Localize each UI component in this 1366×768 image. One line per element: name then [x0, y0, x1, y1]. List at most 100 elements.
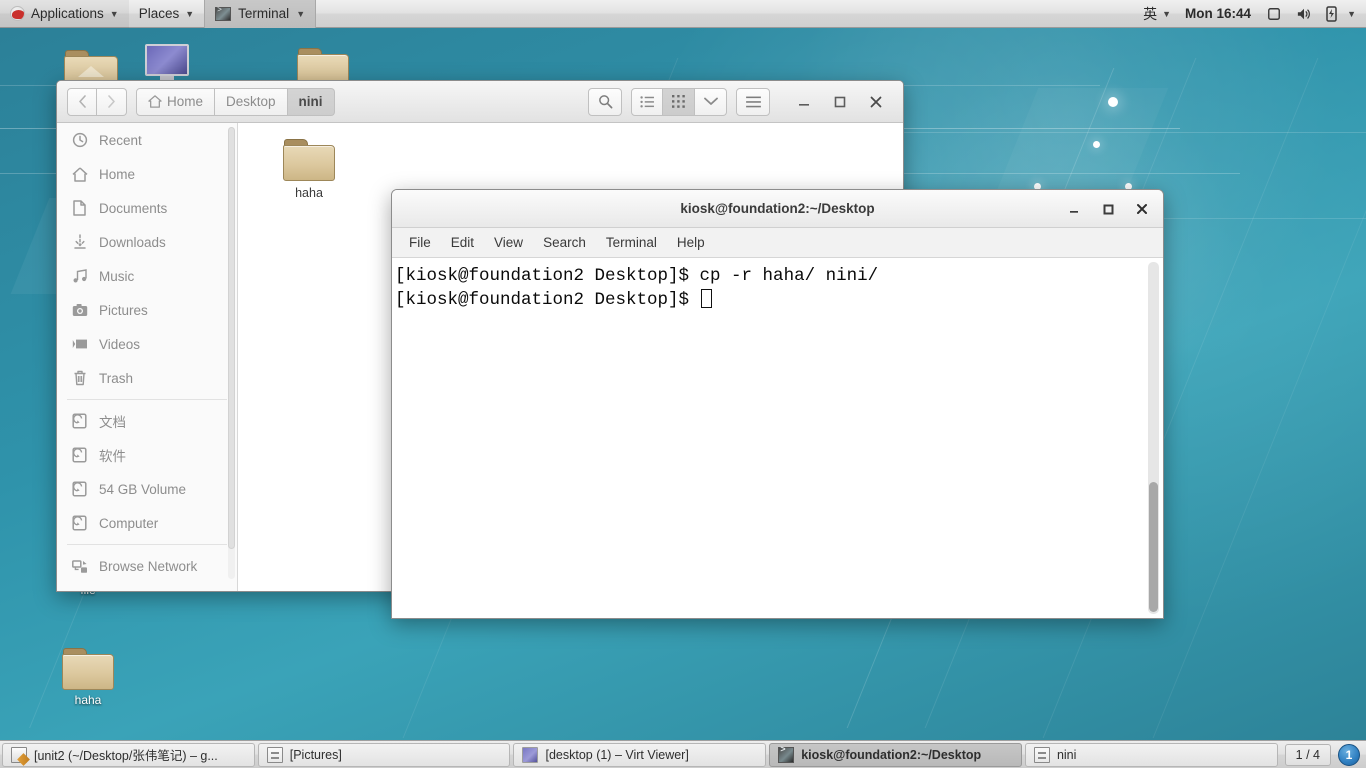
trash-icon: [71, 370, 88, 387]
terminal-window[interactable]: kiosk@foundation2:~/Desktop File Edit Vi…: [391, 189, 1164, 619]
sidebar-scrollbar[interactable]: [228, 127, 235, 579]
list-view-button[interactable]: [631, 87, 663, 116]
sidebar-item-pictures[interactable]: Pictures: [57, 293, 237, 327]
applications-menu-label: Applications: [31, 6, 104, 21]
forward-button[interactable]: [97, 87, 127, 116]
terminal-menubar: File Edit View Search Terminal Help: [392, 228, 1163, 258]
taskbar-item-pictures[interactable]: [Pictures]: [257, 742, 511, 767]
camera-icon: [71, 302, 88, 319]
sidebar-item-label: Downloads: [99, 234, 166, 250]
input-method-label: 英: [1143, 5, 1158, 22]
sidebar-item-connect-to-server[interactable]: Connect to Server: [57, 583, 237, 591]
back-button[interactable]: [67, 87, 97, 116]
places-menu-label: Places: [138, 6, 180, 21]
sidebar-item-label: Documents: [99, 200, 168, 216]
breadcrumb-item-home[interactable]: Home: [136, 87, 216, 116]
breadcrumb-label: Home: [167, 94, 204, 109]
chevron-down-icon: ▼: [109, 8, 119, 19]
fm-close-button[interactable]: [859, 87, 893, 117]
sidebar-item-home[interactable]: Home: [57, 157, 237, 191]
sidebar-item-ruanjian[interactable]: 软件: [57, 438, 237, 472]
chevron-down-icon: ▼: [1347, 8, 1356, 19]
sidebar-scrollbar-thumb[interactable]: [228, 127, 235, 549]
sidebar-item-label: Computer: [99, 515, 159, 531]
home-icon: [148, 95, 162, 108]
view-options-button[interactable]: [695, 87, 727, 116]
workspace-pager-label: 1 / 4: [1295, 747, 1320, 762]
sidebar-item-documents[interactable]: Documents: [57, 191, 237, 225]
system-menu-button[interactable]: ▼: [1345, 0, 1366, 28]
terminal-icon: [778, 745, 795, 763]
terminal-maximize-button[interactable]: [1093, 194, 1123, 224]
grid-view-button[interactable]: [663, 87, 695, 116]
hamburger-menu-icon: [745, 96, 761, 108]
desktop-icon-haha[interactable]: haha: [49, 648, 127, 707]
sidebar-item-videos[interactable]: Videos: [57, 327, 237, 361]
terminal-scrollbar-thumb[interactable]: [1149, 482, 1158, 612]
menu-edit[interactable]: Edit: [442, 232, 483, 253]
taskbar-item-terminal[interactable]: kiosk@foundation2:~/Desktop: [769, 742, 1022, 767]
sidebar-item-label: Videos: [99, 336, 141, 352]
terminal-line-1: [kiosk@foundation2 Desktop]$ cp -r haha/…: [395, 266, 879, 286]
workspace-pager[interactable]: 1 / 4: [1284, 743, 1331, 766]
fm-maximize-button[interactable]: [823, 87, 857, 117]
sidebar-item-54gb-volume[interactable]: 54 GB Volume: [57, 472, 237, 506]
files-icon: [1033, 746, 1050, 763]
breadcrumb-item-nini[interactable]: nini: [287, 87, 335, 116]
menu-help[interactable]: Help: [668, 232, 714, 253]
sidebar-item-label: Pictures: [99, 302, 148, 318]
sidebar-item-wendang[interactable]: 文档: [57, 404, 237, 438]
taskbar-item-gedit[interactable]: [unit2 (~/Desktop/张伟笔记) – g...: [2, 742, 255, 767]
terminal-minimize-button[interactable]: [1059, 194, 1089, 224]
drive-icon: [71, 481, 88, 498]
drive-icon: [71, 515, 88, 532]
applications-menu[interactable]: Applications ▼: [0, 0, 129, 28]
sidebar-item-trash[interactable]: Trash: [57, 361, 237, 395]
sidebar-separator: [67, 544, 227, 545]
sidebar-item-computer[interactable]: Computer: [57, 506, 237, 540]
file-item-haha[interactable]: haha: [266, 139, 352, 200]
input-method-indicator[interactable]: 英 ▼: [1137, 0, 1177, 28]
terminal-screen[interactable]: [kiosk@foundation2 Desktop]$ cp -r haha/…: [392, 258, 1163, 618]
virt-viewer-icon: [522, 746, 539, 763]
places-menu[interactable]: Places ▼: [129, 0, 204, 28]
files-icon: [266, 746, 283, 763]
fm-minimize-button[interactable]: [787, 87, 821, 117]
menu-view[interactable]: View: [485, 232, 532, 253]
taskbar: [unit2 (~/Desktop/张伟笔记) – g... [Pictures…: [0, 740, 1366, 768]
battery-tray-button[interactable]: [1319, 0, 1345, 28]
search-icon: [598, 94, 613, 109]
terminal-titlebar[interactable]: kiosk@foundation2:~/Desktop: [392, 190, 1163, 228]
terminal-line-2: [kiosk@foundation2 Desktop]$: [395, 290, 700, 310]
music-icon: [71, 268, 88, 285]
network-icon: [71, 558, 88, 575]
clock[interactable]: Mon 16:44: [1177, 6, 1259, 21]
download-icon: [71, 234, 88, 251]
sidebar-item-label: Browse Network: [99, 558, 198, 574]
sidebar-item-downloads[interactable]: Downloads: [57, 225, 237, 259]
sidebar-item-music[interactable]: Music: [57, 259, 237, 293]
menu-button[interactable]: [736, 87, 770, 116]
breadcrumb-item-desktop[interactable]: Desktop: [215, 87, 288, 116]
workspace-indicator[interactable]: 1: [1338, 743, 1360, 766]
chevron-down-icon: ▼: [296, 8, 306, 19]
terminal-cursor: [700, 289, 712, 308]
sidebar-item-browse-network[interactable]: Browse Network: [57, 549, 237, 583]
terminal-close-button[interactable]: [1127, 194, 1157, 224]
panel-active-window-terminal[interactable]: Terminal ▼: [204, 0, 317, 28]
taskbar-item-label: [Pictures]: [289, 747, 342, 762]
volume-tray-button[interactable]: [1289, 0, 1319, 28]
folder-icon: [283, 139, 335, 181]
menu-search[interactable]: Search: [534, 232, 595, 253]
taskbar-item-nini[interactable]: nini: [1024, 742, 1278, 767]
menu-terminal[interactable]: Terminal: [597, 232, 666, 253]
desktop-icon-label: haha: [74, 693, 102, 707]
sidebar-item-recent[interactable]: Recent: [57, 123, 237, 157]
taskbar-item-virt-viewer[interactable]: [desktop (1) – Virt Viewer]: [513, 742, 767, 767]
display-tray-button[interactable]: [1259, 0, 1289, 28]
menu-file[interactable]: File: [400, 232, 440, 253]
file-manager-sidebar[interactable]: Recent Home Documents Downloads Music Pi…: [57, 123, 238, 591]
nav-buttons: [67, 87, 127, 116]
terminal-scrollbar[interactable]: [1148, 262, 1159, 614]
search-button[interactable]: [588, 87, 622, 116]
